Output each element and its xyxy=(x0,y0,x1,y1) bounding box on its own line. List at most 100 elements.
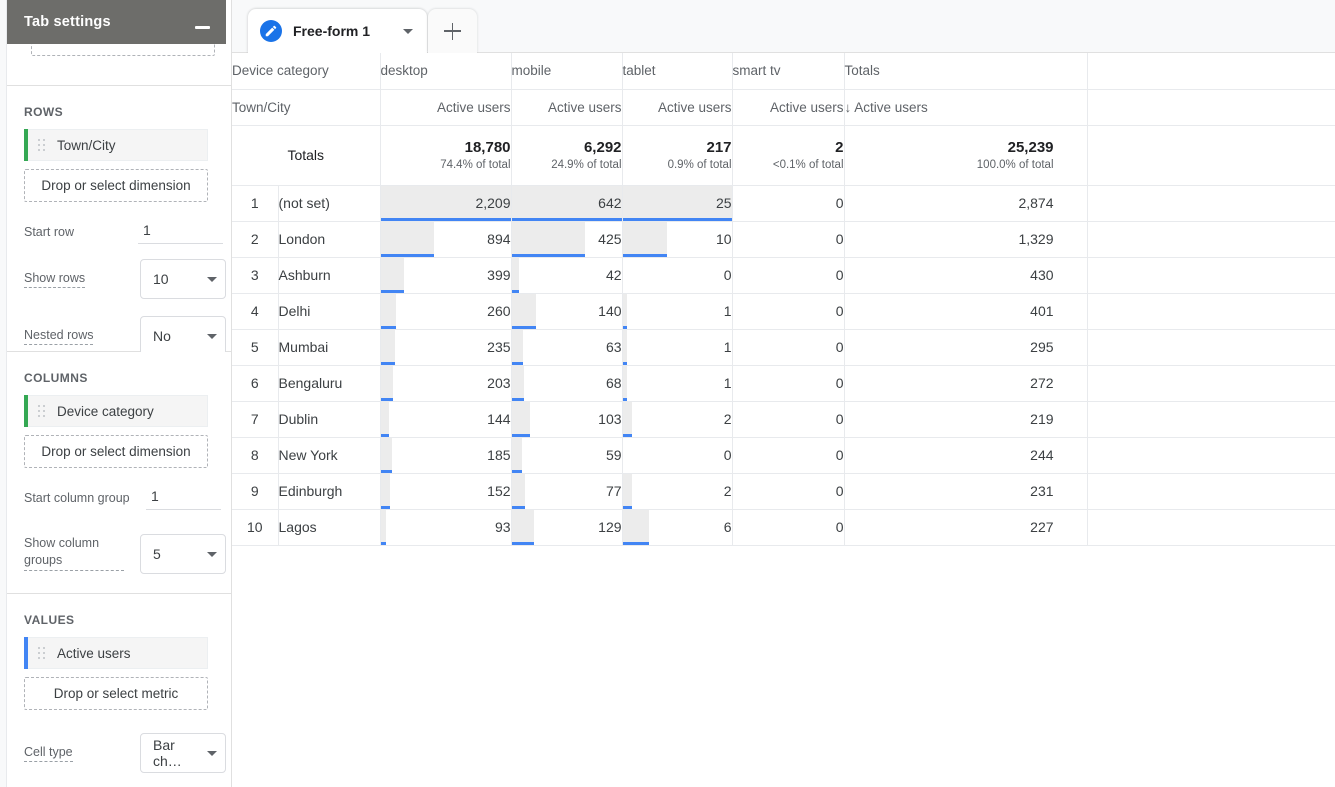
cell-value: 152 xyxy=(487,483,510,499)
row-rank: 10 xyxy=(232,509,278,545)
bar-background xyxy=(381,402,389,437)
totals-percent: 24.9% of total xyxy=(512,157,622,173)
bar-chart-cell: 235 xyxy=(380,329,511,365)
sidebar-left-rail xyxy=(0,0,7,787)
cell-value: 25 xyxy=(716,195,732,211)
add-tab-button[interactable] xyxy=(428,9,477,53)
cell-value: 0 xyxy=(836,447,844,463)
chevron-down-icon xyxy=(207,277,217,282)
column-group-smart-tv: smart tv xyxy=(732,53,844,89)
bar-chart-cell: 0 xyxy=(732,473,844,509)
bar-background xyxy=(381,474,390,509)
row-rank: 2 xyxy=(232,221,278,257)
totals-percent: <0.1% of total xyxy=(733,157,844,173)
show-rows-select[interactable]: 10 xyxy=(140,259,226,299)
row-rank: 8 xyxy=(232,437,278,473)
cell-value: 129 xyxy=(598,519,621,535)
values-chip-accent xyxy=(24,637,28,669)
bar-indicator xyxy=(512,326,536,329)
cell-value: 1 xyxy=(724,375,732,391)
bar-indicator xyxy=(623,218,732,221)
drag-handle-icon[interactable] xyxy=(38,139,47,151)
start-row-field: Start row 1 xyxy=(24,225,214,241)
header-spacer xyxy=(1087,89,1335,125)
bar-background xyxy=(381,258,404,293)
row-dimension-value[interactable]: Lagos xyxy=(278,509,380,545)
start-row-input[interactable]: 1 xyxy=(138,222,223,244)
row-rank: 5 xyxy=(232,329,278,365)
row-dimension-value[interactable]: (not set) xyxy=(278,185,380,221)
cell-value: 59 xyxy=(606,447,622,463)
show-rows-field: Show rows 10 xyxy=(24,271,214,288)
cell-value: 185 xyxy=(487,447,510,463)
tab-free-form-1[interactable]: Free-form 1 xyxy=(248,9,427,53)
cell-type-select[interactable]: Bar ch… xyxy=(140,733,226,773)
bar-background xyxy=(512,474,525,509)
row-dimension-value[interactable]: Ashburn xyxy=(278,257,380,293)
columns-dimension-chip[interactable]: Device category xyxy=(24,395,208,427)
nested-rows-value: No xyxy=(153,328,171,344)
totals-value: 2 xyxy=(733,138,844,157)
bar-chart-cell: 144 xyxy=(380,401,511,437)
bar-indicator xyxy=(623,362,627,365)
nested-rows-select[interactable]: No xyxy=(140,316,226,356)
tab-label: Free-form 1 xyxy=(293,23,370,39)
cell-value: 68 xyxy=(606,375,622,391)
columns-dimension-dropzone[interactable]: Drop or select dimension xyxy=(24,435,208,468)
start-column-group-label: Start column group xyxy=(24,491,130,507)
pencil-edit-icon xyxy=(260,20,282,42)
values-metric-chip[interactable]: Active users xyxy=(24,637,208,669)
cell-value: 642 xyxy=(598,195,621,211)
bar-background xyxy=(512,294,536,329)
cell-value: 0 xyxy=(836,267,844,283)
bar-background xyxy=(512,510,534,545)
bar-background xyxy=(623,402,632,437)
row-dimension-value[interactable]: Edinburgh xyxy=(278,473,380,509)
bar-chart-cell: 6 xyxy=(622,509,732,545)
bar-background xyxy=(512,258,519,293)
bar-chart-cell: 642 xyxy=(511,185,622,221)
metric-header-smart-tv[interactable]: Active users xyxy=(732,89,844,125)
totals-cell: 1,329 xyxy=(844,221,1087,257)
bar-chart-cell: 425 xyxy=(511,221,622,257)
row-dimension-value[interactable]: New York xyxy=(278,437,380,473)
table-row: 9Edinburgh1527720231 xyxy=(232,473,1335,509)
bar-background xyxy=(381,438,392,473)
cell-value: 103 xyxy=(598,411,621,427)
row-dimension-value[interactable]: Dublin xyxy=(278,401,380,437)
row-dimension-value[interactable]: Mumbai xyxy=(278,329,380,365)
cell-value: 894 xyxy=(487,231,510,247)
cell-value: 0 xyxy=(836,195,844,211)
row-dimension-value[interactable]: Delhi xyxy=(278,293,380,329)
totals-cell-tablet: 217 0.9% of total xyxy=(622,125,732,185)
cell-value: 2,209 xyxy=(475,195,510,211)
bar-chart-cell: 0 xyxy=(732,221,844,257)
metric-header-desktop[interactable]: Active users xyxy=(380,89,511,125)
cell-value: 203 xyxy=(487,375,510,391)
pivot-table-container: Device category desktop mobile tablet sm… xyxy=(232,53,1335,787)
row-dimension-value[interactable]: London xyxy=(278,221,380,257)
bar-chart-cell: 2,209 xyxy=(380,185,511,221)
chevron-down-icon[interactable] xyxy=(403,29,413,34)
row-dimension-value[interactable]: Bengaluru xyxy=(278,365,380,401)
metric-header-totals-sorted[interactable]: ↓Active users xyxy=(844,89,1087,125)
metric-header-tablet[interactable]: Active users xyxy=(622,89,732,125)
totals-cell: 244 xyxy=(844,437,1087,473)
rows-dimension-dropzone[interactable]: Drop or select dimension xyxy=(24,169,208,202)
totals-cell-grand: 25,239 100.0% of total xyxy=(844,125,1087,185)
totals-cell-desktop: 18,780 74.4% of total xyxy=(380,125,511,185)
rows-dimension-chip[interactable]: Town/City xyxy=(24,129,208,161)
bar-chart-cell: 10 xyxy=(622,221,732,257)
bar-chart-cell: 1 xyxy=(622,365,732,401)
values-metric-dropzone[interactable]: Drop or select metric xyxy=(24,677,208,710)
columns-chip-accent xyxy=(24,395,28,427)
minimize-icon[interactable] xyxy=(195,26,210,29)
row-spacer xyxy=(1087,473,1335,509)
start-column-group-input[interactable]: 1 xyxy=(146,488,221,510)
metric-header-mobile[interactable]: Active users xyxy=(511,89,622,125)
drag-handle-icon[interactable] xyxy=(38,647,47,659)
table-row: 3Ashburn3994200430 xyxy=(232,257,1335,293)
cell-value: 0 xyxy=(724,447,732,463)
drag-handle-icon[interactable] xyxy=(38,405,47,417)
show-column-groups-select[interactable]: 5 xyxy=(140,534,226,574)
